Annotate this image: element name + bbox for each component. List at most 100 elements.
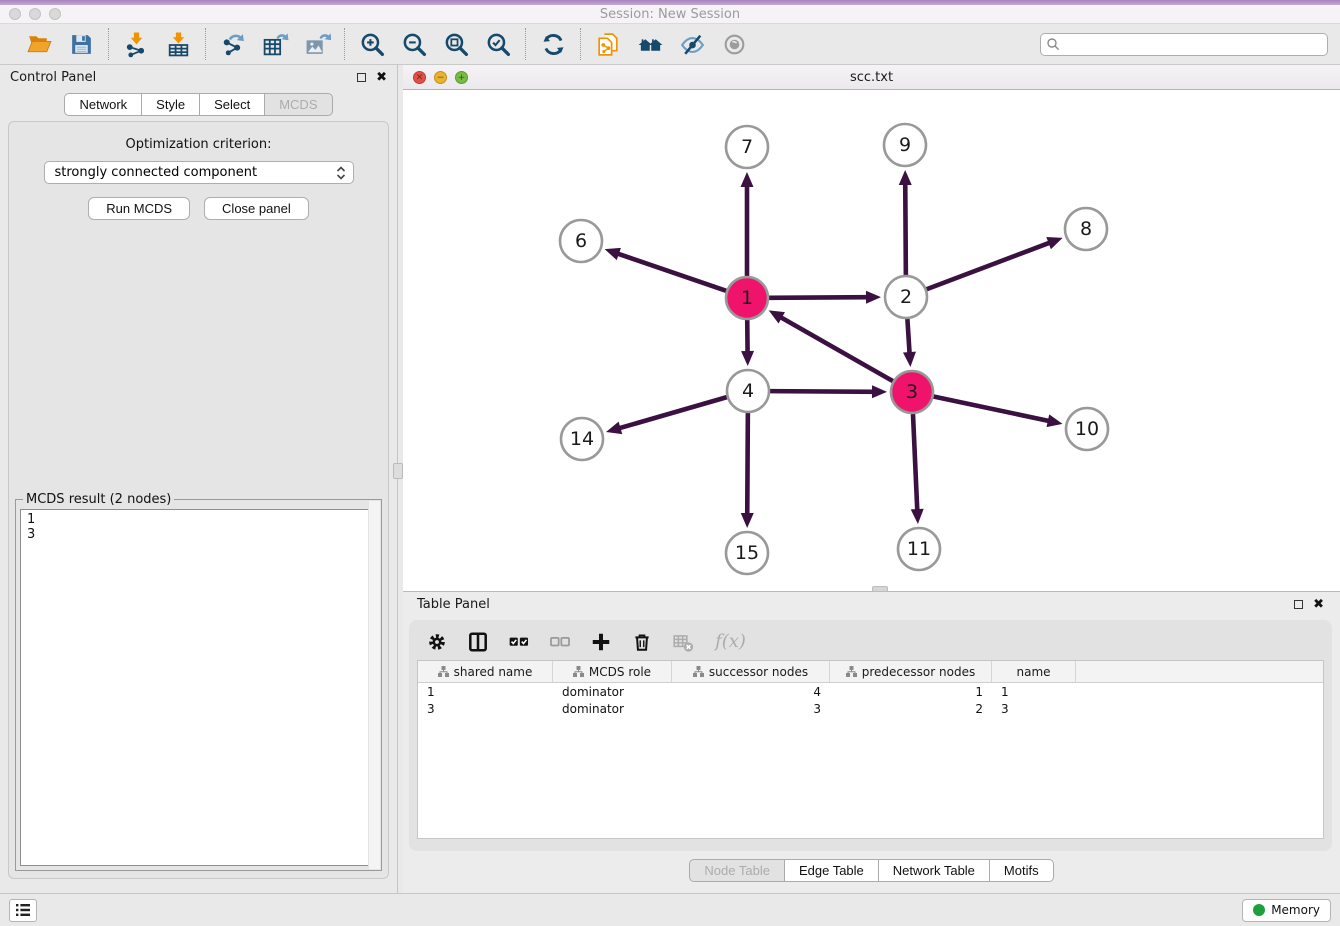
- mcds-tab-content: Optimization criterion: strongly connect…: [8, 121, 389, 879]
- svg-text:f(x): f(x): [713, 631, 746, 652]
- table-close-panel-icon[interactable]: ✖: [1313, 598, 1324, 611]
- column-header-MCDS-role[interactable]: MCDS role: [553, 661, 672, 682]
- tab-network[interactable]: Network: [64, 93, 142, 116]
- network-graph[interactable]: 7 9 6 8 1 2 4 3 14 10 15 11: [403, 90, 1340, 591]
- node-2[interactable]: 2: [885, 276, 927, 318]
- table-cell[interactable]: 3: [992, 702, 1076, 716]
- delete-row-icon[interactable]: [631, 631, 653, 653]
- node-6[interactable]: 6: [560, 220, 602, 262]
- table-cell[interactable]: dominator: [553, 685, 672, 699]
- edge-1-6[interactable]: [616, 253, 726, 291]
- hide-graphics-details-icon[interactable]: [678, 30, 706, 58]
- edge-2-8[interactable]: [927, 242, 1052, 289]
- unselect-all-icon[interactable]: [549, 631, 571, 653]
- node-4[interactable]: 4: [727, 370, 769, 412]
- float-panel-icon[interactable]: [357, 73, 366, 82]
- close-panel-icon[interactable]: ✖: [376, 71, 387, 84]
- node-9[interactable]: 9: [884, 124, 926, 166]
- table-tab-edge-table[interactable]: Edge Table: [784, 859, 879, 882]
- node-8[interactable]: 8: [1065, 208, 1107, 250]
- table-cell[interactable]: 1: [830, 685, 992, 699]
- minimize-window-button[interactable]: [29, 8, 41, 20]
- edge-2-3[interactable]: [907, 319, 909, 355]
- close-panel-button[interactable]: Close panel: [204, 197, 309, 220]
- task-history-button[interactable]: [9, 899, 37, 922]
- result-scrollbar[interactable]: [368, 501, 380, 869]
- column-type-icon: [693, 666, 704, 677]
- edge-1-2[interactable]: [769, 297, 869, 298]
- import-table-icon[interactable]: [164, 30, 192, 58]
- table-tab-network-table[interactable]: Network Table: [878, 859, 990, 882]
- edge-3-11[interactable]: [913, 414, 917, 512]
- network-maximize-button[interactable]: +: [455, 71, 468, 84]
- table-float-panel-icon[interactable]: [1294, 600, 1303, 609]
- mcds-result-text[interactable]: 1 3: [20, 509, 377, 866]
- select-all-icon[interactable]: [508, 631, 530, 653]
- table-tab-node-table[interactable]: Node Table: [689, 859, 785, 882]
- column-header-name[interactable]: name: [992, 661, 1076, 682]
- zoom-selected-icon[interactable]: [484, 30, 512, 58]
- toolbar-group: [12, 30, 108, 58]
- table-tab-motifs[interactable]: Motifs: [989, 859, 1054, 882]
- edge-4-3[interactable]: [770, 391, 875, 392]
- column-header-successor-nodes[interactable]: successor nodes: [672, 661, 830, 682]
- maximize-window-button[interactable]: [49, 8, 61, 20]
- import-network-icon[interactable]: [122, 30, 150, 58]
- horizontal-splitter-grip[interactable]: [872, 586, 888, 592]
- column-header-predecessor-nodes[interactable]: predecessor nodes: [830, 661, 992, 682]
- apply-layout-icon[interactable]: [539, 30, 567, 58]
- edge-4-14[interactable]: [618, 397, 727, 429]
- node-10[interactable]: 10: [1066, 408, 1108, 450]
- show-columns-icon[interactable]: [467, 631, 489, 653]
- table-cell[interactable]: 3: [418, 702, 553, 716]
- export-image-icon[interactable]: [303, 30, 331, 58]
- node-15[interactable]: 15: [726, 532, 768, 574]
- table-row[interactable]: 3dominator323: [418, 700, 1323, 717]
- edge-arrowhead: [872, 385, 887, 398]
- control-panel-tabs: NetworkStyleSelectMCDS: [0, 93, 397, 116]
- zoom-in-icon[interactable]: [358, 30, 386, 58]
- search-input[interactable]: [1040, 33, 1328, 56]
- edge-4-15[interactable]: [747, 413, 748, 516]
- node-11[interactable]: 11: [898, 528, 940, 570]
- table-row[interactable]: 1dominator411: [418, 683, 1323, 700]
- zoom-fit-icon[interactable]: [442, 30, 470, 58]
- table-cell[interactable]: 1: [418, 685, 553, 699]
- network-overview-icon[interactable]: [636, 30, 664, 58]
- network-minimize-button[interactable]: −: [434, 71, 447, 84]
- table-cell[interactable]: 3: [672, 702, 830, 716]
- edge-3-10[interactable]: [934, 397, 1051, 422]
- edge-3-1[interactable]: [779, 316, 893, 381]
- table-cell[interactable]: 1: [992, 685, 1076, 699]
- run-mcds-button[interactable]: Run MCDS: [88, 197, 190, 220]
- add-row-icon[interactable]: [590, 631, 612, 653]
- table-panel: Table Panel ✖ f(x) shared nameMCDS roles…: [403, 592, 1340, 893]
- memory-button[interactable]: Memory: [1242, 899, 1331, 922]
- network-close-button[interactable]: ✕: [413, 71, 426, 84]
- export-network-icon[interactable]: [219, 30, 247, 58]
- criterion-select[interactable]: strongly connected component: [44, 161, 354, 184]
- save-session-icon[interactable]: [67, 30, 95, 58]
- node-14[interactable]: 14: [561, 418, 603, 460]
- table-cell[interactable]: 4: [672, 685, 830, 699]
- node-label: 3: [906, 381, 918, 403]
- export-table-icon[interactable]: [261, 30, 289, 58]
- splitter-grip[interactable]: [393, 463, 403, 479]
- node-7[interactable]: 7: [726, 126, 768, 168]
- tab-style[interactable]: Style: [141, 93, 200, 116]
- node-1[interactable]: 1: [726, 277, 768, 319]
- tab-select[interactable]: Select: [199, 93, 265, 116]
- table-cell[interactable]: dominator: [553, 702, 672, 716]
- close-window-button[interactable]: [9, 8, 21, 20]
- node-label: 7: [741, 136, 753, 158]
- table-settings-icon[interactable]: [426, 631, 448, 653]
- tab-mcds[interactable]: MCDS: [264, 93, 332, 116]
- edge-2-9[interactable]: [905, 182, 906, 275]
- zoom-out-icon[interactable]: [400, 30, 428, 58]
- node-3[interactable]: 3: [891, 371, 933, 413]
- column-header-shared-name[interactable]: shared name: [418, 661, 553, 682]
- open-file-icon[interactable]: [25, 30, 53, 58]
- clone-network-icon[interactable]: [594, 30, 622, 58]
- table-cell[interactable]: 2: [830, 702, 992, 716]
- network-canvas[interactable]: 7 9 6 8 1 2 4 3 14 10 15 11: [403, 90, 1340, 591]
